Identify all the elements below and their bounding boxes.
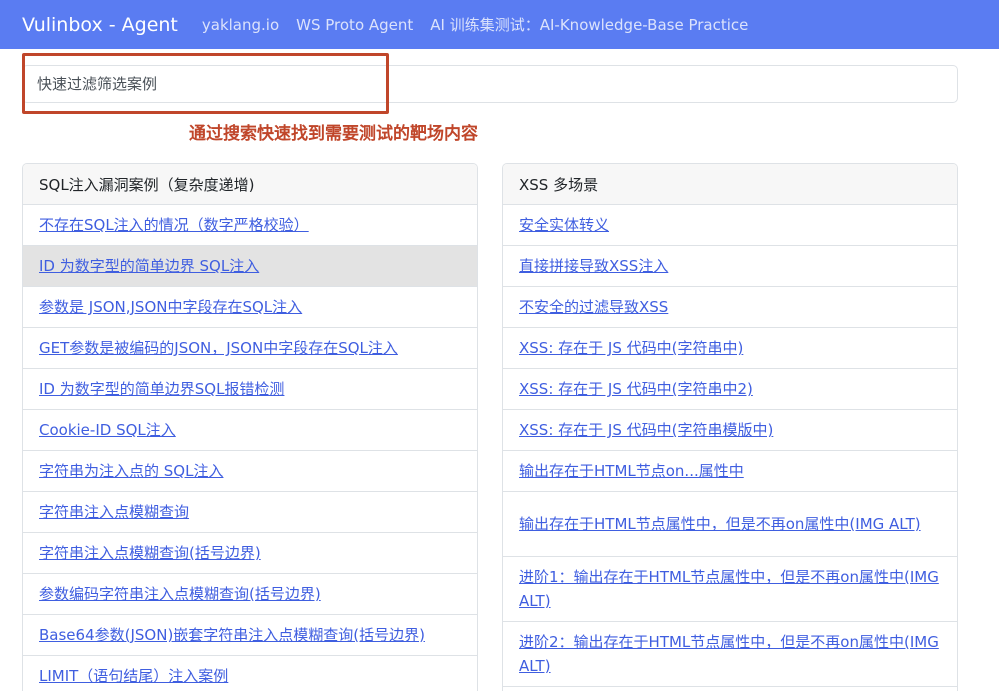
xss-panel: XSS 多场景 安全实体转义 直接拼接导致XSS注入 不安全的过滤导致XSS X… bbox=[502, 163, 958, 691]
sql-case-item[interactable]: 参数是 JSON,JSON中字段存在SQL注入 bbox=[23, 287, 477, 328]
xss-case-link[interactable]: 进阶2：输出存在于HTML节点属性中，但是不再on属性中(IMG ALT) bbox=[519, 630, 941, 678]
xss-case-item[interactable]: 不安全的过滤导致XSS bbox=[503, 287, 957, 328]
xss-case-link[interactable]: 直接拼接导致XSS注入 bbox=[519, 254, 668, 278]
sql-case-link[interactable]: 字符串注入点模糊查询(括号边界) bbox=[39, 541, 261, 565]
nav-link-ai-knowledge-base[interactable]: AI 训练集测试：AI-Knowledge-Base Practice bbox=[430, 14, 748, 35]
xss-case-link[interactable]: XSS: 存在于 JS 代码中(字符串模版中) bbox=[519, 418, 773, 442]
sql-case-link[interactable]: ID 为数字型的简单边界 SQL注入 bbox=[39, 254, 259, 278]
search-input[interactable] bbox=[37, 66, 937, 102]
sql-case-item[interactable]: 字符串为注入点的 SQL注入 bbox=[23, 451, 477, 492]
sql-case-item[interactable]: ID 为数字型的简单边界SQL报错检测 bbox=[23, 369, 477, 410]
sql-case-link[interactable]: 参数是 JSON,JSON中字段存在SQL注入 bbox=[39, 295, 302, 319]
nav-link-yaklang[interactable]: yaklang.io bbox=[202, 16, 279, 34]
xss-case-item[interactable]: XSS: 存在于 JS 代码中(字符串中) bbox=[503, 328, 957, 369]
sql-case-item[interactable]: Base64参数(JSON)嵌套字符串注入点模糊查询(括号边界) bbox=[23, 615, 477, 656]
xss-case-item[interactable]: 输出存在于HTML节点属性中，但是不再on属性中(IMG ALT) bbox=[503, 492, 957, 557]
sql-case-link[interactable]: LIMIT（语句结尾）注入案例 bbox=[39, 664, 228, 688]
sql-case-link[interactable]: 字符串注入点模糊查询 bbox=[39, 500, 189, 524]
xss-case-link[interactable]: 进阶1：输出存在于HTML节点属性中，但是不再on属性中(IMG ALT) bbox=[519, 565, 941, 613]
xss-panel-title: XSS 多场景 bbox=[503, 164, 957, 205]
sql-case-link[interactable]: Cookie-ID SQL注入 bbox=[39, 418, 176, 442]
xss-case-item[interactable]: 进阶2：输出存在于HTML节点属性中，但是不再on属性中(IMG ALT) bbox=[503, 622, 957, 687]
top-navbar: Vulinbox - Agent yaklang.io WS Proto Age… bbox=[0, 0, 999, 49]
sql-case-item[interactable]: 参数编码字符串注入点模糊查询(括号边界) bbox=[23, 574, 477, 615]
sql-injection-panel: SQL注入漏洞案例（复杂度递增) 不存在SQL注入的情况（数字严格校验） ID … bbox=[22, 163, 478, 691]
xss-case-link[interactable]: XSS: 存在于 JS 代码中(字符串中) bbox=[519, 336, 743, 360]
xss-case-link[interactable]: 不安全的过滤导致XSS bbox=[519, 295, 668, 319]
xss-case-item[interactable]: 安全实体转义 bbox=[503, 205, 957, 246]
sql-case-link[interactable]: GET参数是被编码的JSON，JSON中字段存在SQL注入 bbox=[39, 336, 398, 360]
xss-case-link[interactable]: 安全实体转义 bbox=[519, 213, 609, 237]
sql-case-item[interactable]: GET参数是被编码的JSON，JSON中字段存在SQL注入 bbox=[23, 328, 477, 369]
sql-case-link[interactable]: 字符串为注入点的 SQL注入 bbox=[39, 459, 223, 483]
xss-case-item[interactable]: 输出存在于HTML节点on...属性中 bbox=[503, 451, 957, 492]
xss-case-item[interactable]: 进阶1：输出存在于HTML节点属性中，但是不再on属性中(IMG ALT) bbox=[503, 557, 957, 622]
nav-link-ws-proto-agent[interactable]: WS Proto Agent bbox=[296, 16, 413, 34]
xss-case-link[interactable]: XSS: 存在于 JS 代码中(字符串中2) bbox=[519, 377, 753, 401]
sql-case-link[interactable]: 不存在SQL注入的情况（数字严格校验） bbox=[39, 213, 309, 237]
xss-case-item[interactable]: XSS: 存在于 JS 代码中(字符串中2) bbox=[503, 369, 957, 410]
sql-case-link[interactable]: Base64参数(JSON)嵌套字符串注入点模糊查询(括号边界) bbox=[39, 623, 425, 647]
sql-case-item[interactable]: ID 为数字型的简单边界 SQL注入 bbox=[23, 246, 477, 287]
sql-case-item[interactable]: 字符串注入点模糊查询(括号边界) bbox=[23, 533, 477, 574]
brand-title[interactable]: Vulinbox - Agent bbox=[22, 14, 178, 36]
search-box bbox=[22, 65, 958, 103]
annotation-text: 通过搜索快速找到需要测试的靶场内容 bbox=[189, 124, 478, 144]
xss-case-item[interactable]: XSS: 存在于 JS 代码中(字符串模版中) bbox=[503, 410, 957, 451]
xss-case-item[interactable]: 直接拼接导致XSS注入 bbox=[503, 246, 957, 287]
sql-case-link[interactable]: 参数编码字符串注入点模糊查询(括号边界) bbox=[39, 582, 321, 606]
sql-case-item[interactable]: LIMIT（语句结尾）注入案例 bbox=[23, 656, 477, 691]
sql-case-item[interactable]: 字符串注入点模糊查询 bbox=[23, 492, 477, 533]
sql-case-item[interactable]: 不存在SQL注入的情况（数字严格校验） bbox=[23, 205, 477, 246]
sql-panel-title: SQL注入漏洞案例（复杂度递增) bbox=[23, 164, 477, 205]
sql-case-link[interactable]: ID 为数字型的简单边界SQL报错检测 bbox=[39, 377, 284, 401]
xss-case-link[interactable]: 输出存在于HTML节点属性中，但是不再on属性中(IMG ALT) bbox=[519, 512, 921, 536]
xss-case-link[interactable]: 输出存在于HTML节点on...属性中 bbox=[519, 459, 744, 483]
sql-case-item[interactable]: Cookie-ID SQL注入 bbox=[23, 410, 477, 451]
